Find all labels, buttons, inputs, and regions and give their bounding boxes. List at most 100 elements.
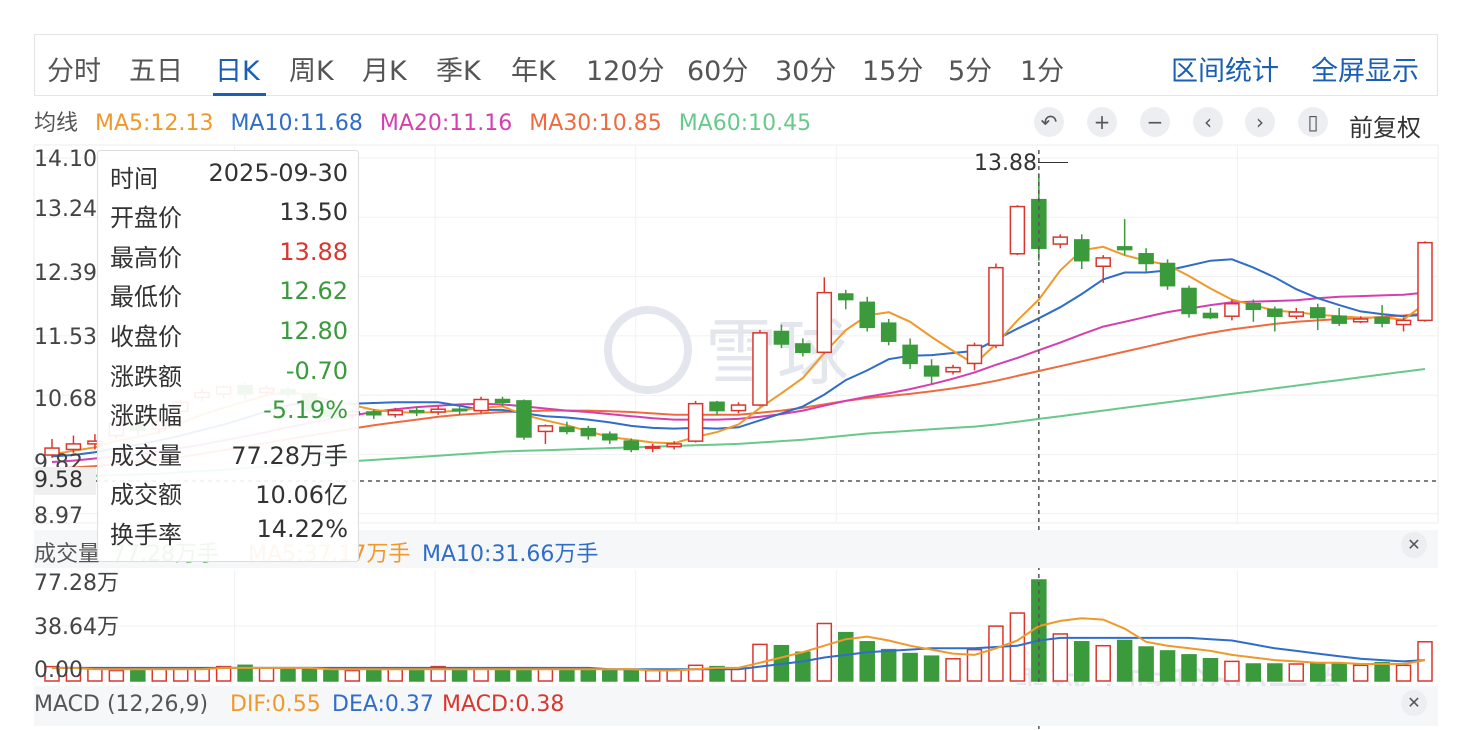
volume-bar [258,667,275,682]
high-marker-label: 13.88 [974,151,1037,176]
volume-bar [108,669,125,682]
volume-bar [537,668,554,682]
ma20-value: MA20:11.16 [379,111,513,136]
candle-body [1181,287,1197,315]
candle-body [65,443,82,451]
tab-1min[interactable]: 1分 [1020,49,1064,88]
volume-bar [559,669,575,682]
candle-body [644,445,661,449]
volume-bar [988,625,1004,682]
candle-body [1095,257,1111,268]
volume-bar [859,641,875,682]
chevron-right-icon[interactable]: › [1245,107,1275,137]
tooltip-row-turnover: 换手率 14.22% [110,515,348,549]
tooltip-row-amount: 成交额 10.06亿 [110,481,348,509]
volume-bar [130,669,146,682]
candle-body [1288,311,1305,317]
crosshair-price-label: 9.58 [34,467,96,495]
volume-bar [1009,612,1026,682]
volume-axis-label: 0.00 [34,658,83,683]
candle-body [1245,302,1262,311]
price-axis-label: 12.39 [34,261,97,286]
candle-body [1374,316,1390,324]
volume-bar [1202,658,1219,682]
candle-body [1138,253,1154,265]
ohlc-tooltip: 时间 2025-09-30 开盘价 13.50 最高价 13.88 最低价 12.62 … [97,150,359,562]
volume-bar [87,668,103,682]
volume-axis: 77.28万 38.64万 0.00 [34,571,119,683]
volume-bar [280,668,296,682]
price-axis-label: 13.24 [34,197,97,222]
candle-body [623,440,639,451]
candle-body [988,266,1004,347]
volume-bar [580,669,597,682]
volume-bar [1074,641,1090,682]
volume-label: 成交量 [34,542,101,567]
high-marker-line [1038,162,1068,163]
volume-bar [923,655,940,682]
tab-five-day[interactable]: 五日 [129,49,183,88]
candle-body [902,344,918,365]
price-axis-label: 8.97 [34,504,83,529]
zoom-in-icon[interactable]: + [1087,107,1117,137]
price-axis-label: 14.10 [34,147,97,172]
candle-body [366,411,382,416]
tab-60min[interactable]: 60分 [687,49,748,88]
price-axis-label: 11.53 [34,325,97,350]
tab-120min[interactable]: 120分 [586,49,665,88]
tab-yearly-k[interactable]: 年K [511,49,556,88]
close-icon[interactable]: ✕ [1401,690,1427,716]
candle-body [1159,262,1176,287]
volume-bar [1352,664,1369,682]
candle-body [730,404,747,412]
volume-bar [1395,664,1412,682]
candle-body [408,409,425,413]
candle-body [1417,241,1433,322]
macd-label: MACD (12,26,9) [34,692,209,717]
ma5-value: MA5:12.13 [95,111,214,136]
undo-icon[interactable]: ↶ [1034,107,1064,137]
fullscreen-link[interactable]: 全屏显示 [1311,49,1419,88]
header-strip [0,0,1457,10]
tooltip-row-open: 开盘价 13.50 [110,198,348,232]
tab-timeshare[interactable]: 分时 [47,49,101,88]
candle-body [816,291,833,354]
close-icon[interactable]: ✕ [1401,532,1427,558]
tab-30min[interactable]: 30分 [775,49,836,88]
ma30-value: MA30:10.85 [529,111,662,136]
adjust-mode-dropdown[interactable]: 前复权 [1349,108,1421,143]
candlestick-icon[interactable]: ▯ [1298,107,1328,137]
candle-body [494,398,511,404]
volume-bar [151,668,168,682]
tooltip-row-volume: 成交量 77.28万手 [110,442,348,470]
volume-bar [1374,661,1390,682]
candle-body [709,401,725,412]
candle-body [1352,318,1369,323]
tab-daily-k[interactable]: 日K [215,49,260,88]
tab-monthly-k[interactable]: 月K [362,49,407,88]
volume-bar [344,669,361,682]
candle-body [451,408,468,412]
active-tab-underline [213,93,266,96]
volume-bar [687,664,704,682]
volume-bar [1331,663,1347,682]
candle-body [580,427,597,437]
tab-quarterly-k[interactable]: 季K [436,49,481,88]
tab-5min[interactable]: 5分 [948,49,992,88]
candle-body [473,398,489,412]
candle-body [859,301,875,329]
candle-body [795,343,811,354]
volume-bar [494,668,511,682]
zoom-out-icon[interactable]: − [1140,107,1170,137]
volume-bar [301,668,318,682]
tab-weekly-k[interactable]: 周K [289,49,334,88]
macd-dif: DIF:0.55 [230,692,321,717]
volume-bar [473,668,489,682]
ma-legend-label: 均线 [34,111,79,136]
volume-bar [323,669,339,682]
tab-15min[interactable]: 15分 [862,49,923,88]
tooltip-row-change: 涨跌额 -0.70 [110,357,348,391]
chevron-left-icon[interactable]: ‹ [1193,107,1223,137]
range-stats-link[interactable]: 区间统计 [1171,49,1279,88]
ma10-value: MA10:11.68 [230,111,363,136]
